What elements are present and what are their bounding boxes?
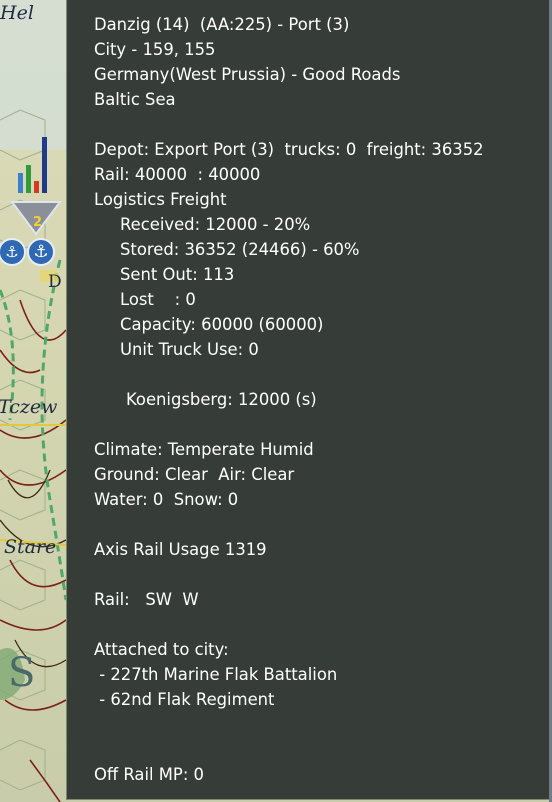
rail-directions: Rail: SW W	[94, 590, 199, 609]
attached-unit: - 62nd Flak Regiment	[94, 690, 275, 709]
supply-bar-3	[34, 181, 39, 193]
ground-air-info: Ground: Clear Air: Clear	[94, 465, 295, 484]
unit-truck-use: Unit Truck Use: 0	[120, 340, 259, 359]
port-unit-counter[interactable]: 2 ⚓ ⚓	[0, 137, 62, 266]
freight-lost: Lost : 0	[120, 290, 196, 309]
depot-info: Depot: Export Port (3) trucks: 0 freight…	[94, 140, 484, 159]
map-label-tczew: Tczew	[0, 396, 58, 418]
sea-info: Baltic Sea	[94, 90, 176, 109]
freight-received: Received: 12000 - 20%	[120, 215, 311, 234]
climate-info: Climate: Temperate Humid	[94, 440, 314, 459]
supply-bar-4	[42, 137, 47, 193]
anchor-icon[interactable]: ⚓	[27, 238, 55, 266]
map-label-d: D	[48, 272, 62, 292]
logistics-title: Logistics Freight	[94, 190, 227, 209]
freight-stored: Stored: 36352 (24466) - 60%	[120, 240, 360, 259]
tooltip-content: Danzig (14) (AA:225) - Port (3) City - 1…	[94, 12, 539, 787]
stack-count-badge: 2	[33, 215, 43, 230]
koenigsberg-freight: Koenigsberg: 12000 (s)	[126, 390, 317, 409]
attached-unit: - 227th Marine Flak Battalion	[94, 665, 338, 684]
hex-info-tooltip: Danzig (14) (AA:225) - Port (3) City - 1…	[66, 0, 550, 800]
map-label-stare: Stare	[4, 536, 57, 558]
supply-bar-1	[18, 173, 23, 193]
rail-capacity: Rail: 40000 : 40000	[94, 165, 261, 184]
city-coords: City - 159, 155	[94, 40, 216, 59]
axis-rail-usage: Axis Rail Usage 1319	[94, 540, 267, 559]
off-rail-mp: Off Rail MP: 0	[94, 765, 204, 784]
map-label-hel: Hel	[0, 2, 34, 24]
supply-bar-2	[26, 165, 31, 193]
location-title: Danzig (14) (AA:225) - Port (3)	[94, 15, 350, 34]
water-snow-info: Water: 0 Snow: 0	[94, 490, 239, 509]
attached-title: Attached to city:	[94, 640, 229, 659]
map-label-region-s: S	[8, 650, 36, 696]
freight-capacity: Capacity: 60000 (60000)	[120, 315, 324, 334]
region-info: Germany(West Prussia) - Good Roads	[94, 65, 401, 84]
freight-sent-out: Sent Out: 113	[120, 265, 235, 284]
